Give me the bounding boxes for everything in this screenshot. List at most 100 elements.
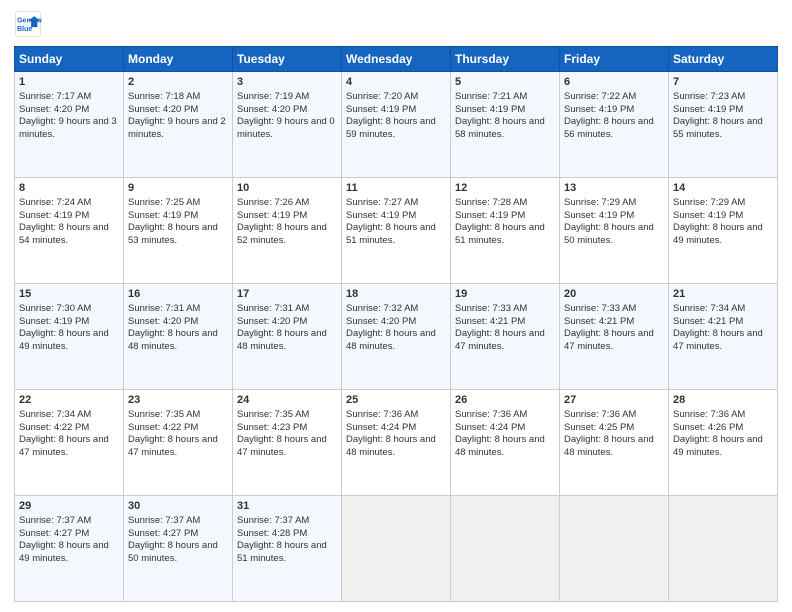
weekday-header-thursday: Thursday	[451, 47, 560, 72]
sunrise-info: Sunrise: 7:37 AM	[237, 515, 337, 528]
sunset-info: Sunset: 4:27 PM	[19, 528, 119, 541]
sunrise-info: Sunrise: 7:34 AM	[673, 303, 773, 316]
daylight-info: Daylight: 8 hours and 50 minutes.	[564, 222, 664, 248]
empty-cell	[560, 496, 669, 602]
calendar-page: General Blue SundayMondayTuesdayWednesda…	[0, 0, 792, 612]
weekday-header-sunday: Sunday	[15, 47, 124, 72]
sunrise-info: Sunrise: 7:32 AM	[346, 303, 446, 316]
daylight-info: Daylight: 8 hours and 47 minutes.	[19, 434, 119, 460]
daylight-info: Daylight: 8 hours and 47 minutes.	[237, 434, 337, 460]
day-number: 2	[128, 75, 228, 90]
day-cell-22: 22Sunrise: 7:34 AMSunset: 4:22 PMDayligh…	[15, 390, 124, 496]
day-cell-1: 1Sunrise: 7:17 AMSunset: 4:20 PMDaylight…	[15, 72, 124, 178]
sunset-info: Sunset: 4:24 PM	[346, 422, 446, 435]
day-cell-14: 14Sunrise: 7:29 AMSunset: 4:19 PMDayligh…	[669, 178, 778, 284]
day-number: 27	[564, 393, 664, 408]
weekday-header-row: SundayMondayTuesdayWednesdayThursdayFrid…	[15, 47, 778, 72]
week-row-5: 29Sunrise: 7:37 AMSunset: 4:27 PMDayligh…	[15, 496, 778, 602]
day-cell-19: 19Sunrise: 7:33 AMSunset: 4:21 PMDayligh…	[451, 284, 560, 390]
sunrise-info: Sunrise: 7:29 AM	[564, 197, 664, 210]
day-number: 8	[19, 181, 119, 196]
sunset-info: Sunset: 4:20 PM	[128, 316, 228, 329]
daylight-info: Daylight: 9 hours and 3 minutes.	[19, 116, 119, 142]
day-number: 23	[128, 393, 228, 408]
daylight-info: Daylight: 9 hours and 0 minutes.	[237, 116, 337, 142]
sunrise-info: Sunrise: 7:33 AM	[564, 303, 664, 316]
day-cell-17: 17Sunrise: 7:31 AMSunset: 4:20 PMDayligh…	[233, 284, 342, 390]
sunrise-info: Sunrise: 7:27 AM	[346, 197, 446, 210]
daylight-info: Daylight: 8 hours and 48 minutes.	[346, 328, 446, 354]
sunset-info: Sunset: 4:19 PM	[19, 316, 119, 329]
sunset-info: Sunset: 4:19 PM	[128, 210, 228, 223]
day-number: 11	[346, 181, 446, 196]
day-cell-16: 16Sunrise: 7:31 AMSunset: 4:20 PMDayligh…	[124, 284, 233, 390]
day-cell-12: 12Sunrise: 7:28 AMSunset: 4:19 PMDayligh…	[451, 178, 560, 284]
daylight-info: Daylight: 8 hours and 54 minutes.	[19, 222, 119, 248]
day-cell-24: 24Sunrise: 7:35 AMSunset: 4:23 PMDayligh…	[233, 390, 342, 496]
svg-text:Blue: Blue	[17, 26, 32, 33]
sunset-info: Sunset: 4:28 PM	[237, 528, 337, 541]
daylight-info: Daylight: 8 hours and 47 minutes.	[128, 434, 228, 460]
sunset-info: Sunset: 4:20 PM	[237, 104, 337, 117]
weekday-header-friday: Friday	[560, 47, 669, 72]
sunrise-info: Sunrise: 7:37 AM	[128, 515, 228, 528]
day-cell-11: 11Sunrise: 7:27 AMSunset: 4:19 PMDayligh…	[342, 178, 451, 284]
daylight-info: Daylight: 8 hours and 48 minutes.	[455, 434, 555, 460]
day-cell-9: 9Sunrise: 7:25 AMSunset: 4:19 PMDaylight…	[124, 178, 233, 284]
sunset-info: Sunset: 4:19 PM	[673, 104, 773, 117]
sunset-info: Sunset: 4:20 PM	[237, 316, 337, 329]
header: General Blue	[14, 10, 778, 38]
day-number: 20	[564, 287, 664, 302]
sunrise-info: Sunrise: 7:36 AM	[455, 409, 555, 422]
day-cell-3: 3Sunrise: 7:19 AMSunset: 4:20 PMDaylight…	[233, 72, 342, 178]
daylight-info: Daylight: 8 hours and 58 minutes.	[455, 116, 555, 142]
day-number: 28	[673, 393, 773, 408]
day-cell-2: 2Sunrise: 7:18 AMSunset: 4:20 PMDaylight…	[124, 72, 233, 178]
daylight-info: Daylight: 8 hours and 49 minutes.	[19, 540, 119, 566]
day-cell-18: 18Sunrise: 7:32 AMSunset: 4:20 PMDayligh…	[342, 284, 451, 390]
day-cell-20: 20Sunrise: 7:33 AMSunset: 4:21 PMDayligh…	[560, 284, 669, 390]
sunset-info: Sunset: 4:22 PM	[19, 422, 119, 435]
empty-cell	[451, 496, 560, 602]
day-number: 3	[237, 75, 337, 90]
daylight-info: Daylight: 8 hours and 48 minutes.	[237, 328, 337, 354]
day-cell-7: 7Sunrise: 7:23 AMSunset: 4:19 PMDaylight…	[669, 72, 778, 178]
week-row-4: 22Sunrise: 7:34 AMSunset: 4:22 PMDayligh…	[15, 390, 778, 496]
day-number: 22	[19, 393, 119, 408]
sunrise-info: Sunrise: 7:34 AM	[19, 409, 119, 422]
sunrise-info: Sunrise: 7:28 AM	[455, 197, 555, 210]
sunrise-info: Sunrise: 7:23 AM	[673, 91, 773, 104]
daylight-info: Daylight: 8 hours and 48 minutes.	[564, 434, 664, 460]
sunset-info: Sunset: 4:19 PM	[673, 210, 773, 223]
sunset-info: Sunset: 4:19 PM	[237, 210, 337, 223]
sunrise-info: Sunrise: 7:37 AM	[19, 515, 119, 528]
day-number: 4	[346, 75, 446, 90]
sunrise-info: Sunrise: 7:31 AM	[128, 303, 228, 316]
day-cell-13: 13Sunrise: 7:29 AMSunset: 4:19 PMDayligh…	[560, 178, 669, 284]
day-number: 21	[673, 287, 773, 302]
sunset-info: Sunset: 4:19 PM	[455, 210, 555, 223]
sunset-info: Sunset: 4:24 PM	[455, 422, 555, 435]
empty-cell	[342, 496, 451, 602]
day-cell-25: 25Sunrise: 7:36 AMSunset: 4:24 PMDayligh…	[342, 390, 451, 496]
day-cell-6: 6Sunrise: 7:22 AMSunset: 4:19 PMDaylight…	[560, 72, 669, 178]
daylight-info: Daylight: 8 hours and 55 minutes.	[673, 116, 773, 142]
daylight-info: Daylight: 8 hours and 47 minutes.	[673, 328, 773, 354]
daylight-info: Daylight: 9 hours and 2 minutes.	[128, 116, 228, 142]
day-number: 26	[455, 393, 555, 408]
daylight-info: Daylight: 8 hours and 49 minutes.	[673, 222, 773, 248]
daylight-info: Daylight: 8 hours and 47 minutes.	[564, 328, 664, 354]
daylight-info: Daylight: 8 hours and 50 minutes.	[128, 540, 228, 566]
day-cell-10: 10Sunrise: 7:26 AMSunset: 4:19 PMDayligh…	[233, 178, 342, 284]
sunrise-info: Sunrise: 7:35 AM	[237, 409, 337, 422]
day-number: 30	[128, 499, 228, 514]
calendar-table: SundayMondayTuesdayWednesdayThursdayFrid…	[14, 46, 778, 602]
day-number: 18	[346, 287, 446, 302]
daylight-info: Daylight: 8 hours and 48 minutes.	[128, 328, 228, 354]
weekday-header-saturday: Saturday	[669, 47, 778, 72]
logo: General Blue	[14, 10, 46, 38]
day-cell-23: 23Sunrise: 7:35 AMSunset: 4:22 PMDayligh…	[124, 390, 233, 496]
empty-cell	[669, 496, 778, 602]
day-number: 16	[128, 287, 228, 302]
day-cell-15: 15Sunrise: 7:30 AMSunset: 4:19 PMDayligh…	[15, 284, 124, 390]
